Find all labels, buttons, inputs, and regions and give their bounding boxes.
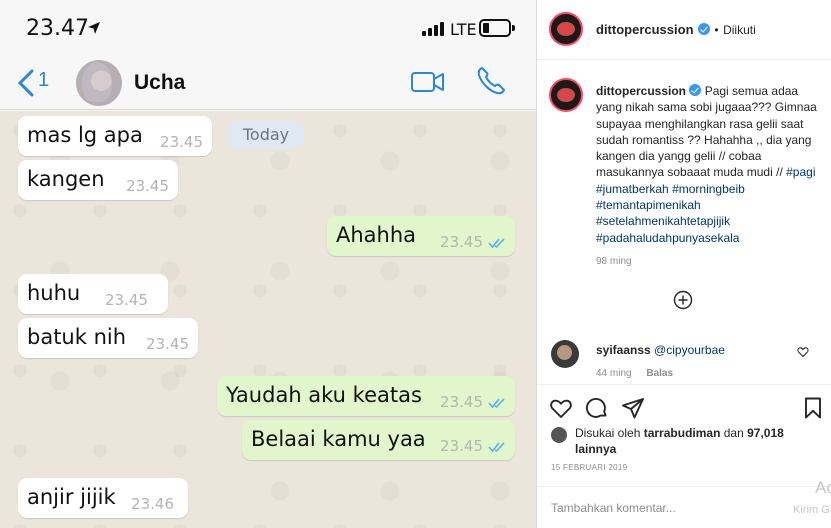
add-comment-input[interactable]: Tambahkan komentar... — [551, 501, 676, 515]
comment-time-ago[interactable]: 44 ming — [596, 368, 632, 379]
post-header: dittopercussion • Diikuti — [537, 0, 831, 60]
message-time: 23.45 — [440, 437, 483, 455]
message-time: 23.45 — [126, 177, 169, 195]
message-time: 23.45 — [105, 291, 148, 309]
share-icon[interactable] — [621, 396, 645, 420]
caption-username[interactable]: dittopercussion — [596, 84, 686, 98]
reply-button[interactable]: Balas — [646, 368, 673, 379]
author-username[interactable]: dittopercussion — [596, 22, 694, 37]
heart-icon[interactable] — [549, 396, 573, 420]
read-receipt-icon — [488, 442, 505, 453]
message-text: Yaudah aku keatas — [226, 383, 422, 407]
network-label: LTE — [450, 20, 477, 39]
comment: syifaanss @cipyourbae — [596, 343, 725, 357]
commenter-avatar[interactable] — [551, 340, 579, 368]
message-text: anjir jijik — [27, 485, 116, 509]
message-bubble[interactable]: Ahahha 23.45 — [327, 216, 515, 256]
instagram-panel: dittopercussion • Diikuti dittopercussio… — [537, 0, 831, 528]
video-call-icon[interactable] — [410, 68, 446, 96]
message-bubble[interactable]: kangen 23.45 — [18, 160, 178, 200]
watermark-text: Ac — [815, 478, 831, 497]
message-text: kangen — [27, 167, 105, 191]
message-time: 23.46 — [131, 495, 174, 513]
message-time: 23.45 — [146, 335, 189, 353]
message-time: 23.45 — [440, 393, 483, 411]
chat-screenshot: 23.47 LTE 1 Ucha Today mas lg apa 23.45 … — [0, 0, 536, 528]
signal-bars-icon — [422, 22, 446, 36]
hashtag[interactable]: #jumatberkah — [596, 182, 669, 196]
likes-suffix[interactable]: lainnya — [575, 442, 616, 456]
read-receipt-icon — [488, 238, 505, 249]
post-date[interactable]: 15 FEBRUARI 2019 — [551, 463, 627, 472]
read-receipt-icon — [488, 398, 505, 409]
unread-count[interactable]: 1 — [38, 69, 49, 92]
message-bubble[interactable]: huhu 23.45 — [18, 274, 168, 314]
screen: 23.47 LTE 1 Ucha Today mas lg apa 23.45 … — [0, 0, 831, 528]
author-avatar[interactable] — [549, 12, 583, 46]
post-actions — [537, 384, 831, 430]
message-bubble[interactable]: anjir jijik 23.46 — [18, 478, 188, 518]
caption-time-ago[interactable]: 98 ming — [596, 256, 632, 267]
separator-dot: • — [714, 23, 719, 37]
likes-text: Disukai oleh tarrabudiman dan 97,018 lai… — [575, 425, 805, 457]
contact-avatar[interactable] — [76, 60, 122, 106]
likes-middle: dan — [723, 426, 744, 440]
add-comment-bar[interactable]: Tambahkan komentar... — [537, 486, 831, 528]
message-time: 23.45 — [440, 233, 483, 251]
message-bubble[interactable]: mas lg apa 23.45 — [18, 116, 212, 156]
status-bar: 23.47 LTE — [0, 0, 536, 58]
message-text: Ahahha — [336, 223, 417, 247]
comment-icon[interactable] — [585, 396, 609, 420]
bookmark-icon[interactable] — [801, 396, 825, 420]
message-text: mas lg apa — [27, 123, 143, 147]
comment-meta: 44 ming Balas — [596, 368, 673, 379]
status-time: 23.47 — [26, 16, 89, 41]
message-bubble[interactable]: Belaai kamu yaa 23.45 — [242, 420, 515, 460]
likes-count[interactable]: 97,018 — [747, 426, 784, 440]
message-time: 23.45 — [160, 133, 203, 151]
header-line: dittopercussion • Diikuti — [596, 21, 756, 39]
location-arrow-icon — [88, 22, 100, 34]
hashtag[interactable]: #padahaludahpunyasekala — [596, 231, 739, 245]
plus-circle-icon[interactable] — [673, 290, 693, 310]
liker-username[interactable]: tarrabudiman — [644, 426, 721, 440]
message-text: batuk nih — [27, 325, 127, 349]
verified-icon — [697, 23, 710, 35]
hashtag[interactable]: #setelahmenikahtetapjijik — [596, 214, 730, 228]
phone-call-icon[interactable] — [474, 64, 508, 98]
hashtag[interactable]: #morningbeib — [672, 182, 745, 196]
message-text: huhu — [27, 281, 81, 305]
caption-text: Pagi semua adaa yang nikah sama sobi jug… — [596, 84, 817, 180]
watermark-text: Kirim G — [793, 504, 830, 516]
comment-mention[interactable]: @cipyourbae — [654, 343, 725, 357]
contact-name[interactable]: Ucha — [134, 71, 185, 95]
message-bubble[interactable]: batuk nih 23.45 — [18, 318, 198, 358]
message-bubble[interactable]: Yaudah aku keatas 23.45 — [217, 376, 515, 416]
message-text: Belaai kamu yaa — [251, 427, 426, 451]
follow-status[interactable]: Diikuti — [723, 23, 756, 37]
chat-header: 1 Ucha — [0, 58, 536, 110]
hashtag[interactable]: #temantapimenikah — [596, 198, 701, 212]
caption-avatar[interactable] — [549, 78, 583, 112]
liker-avatar[interactable] — [551, 427, 567, 443]
likes-prefix: Disukai oleh — [575, 426, 641, 440]
verified-icon — [689, 84, 702, 96]
comment-heart-icon[interactable] — [797, 346, 809, 358]
battery-icon — [479, 19, 515, 37]
hashtag[interactable]: #pagi — [786, 165, 815, 179]
comment-username[interactable]: syifaanss — [596, 343, 651, 357]
post-caption: dittopercussion Pagi semua adaa yang nik… — [596, 83, 824, 246]
date-separator: Today — [228, 121, 304, 149]
